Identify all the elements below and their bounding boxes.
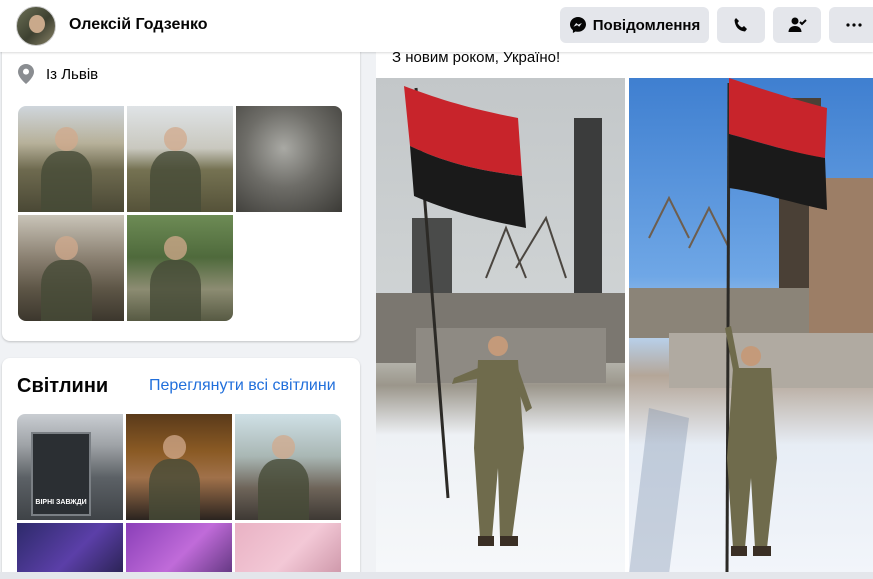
bottom-edge <box>0 572 873 579</box>
photo-thumbnail[interactable]: ВІРНІ ЗАВЖДИ <box>17 414 123 520</box>
post-photo-1[interactable] <box>376 78 625 574</box>
call-button[interactable] <box>717 7 765 43</box>
poster: ВІРНІ ЗАВЖДИ <box>31 432 91 516</box>
photo-thumbnail[interactable] <box>17 523 123 579</box>
more-icon <box>846 23 862 27</box>
photos-title: Світлини <box>17 375 109 397</box>
poster-text: ВІРНІ ЗАВЖДИ <box>35 499 87 506</box>
message-button-label: Повідомлення <box>592 16 701 34</box>
location-pin-icon <box>18 64 34 84</box>
friend-check-icon <box>787 16 807 34</box>
more-button[interactable] <box>829 7 873 43</box>
message-button[interactable]: Повідомлення <box>560 7 709 43</box>
photo-thumbnail[interactable] <box>126 414 232 520</box>
location-row: Із Львів <box>18 64 98 84</box>
photos-grid: ВІРНІ ЗАВЖДИ <box>17 414 341 579</box>
post-photo-2-scene <box>629 78 873 574</box>
featured-photo[interactable] <box>236 106 342 212</box>
friends-button[interactable] <box>773 7 821 43</box>
phone-icon <box>732 16 750 34</box>
photo-thumbnail[interactable] <box>126 523 232 579</box>
avatar[interactable] <box>16 6 56 46</box>
location-text: Із Львів <box>46 65 99 83</box>
featured-photo[interactable] <box>127 215 233 321</box>
post-photo-1-scene <box>376 86 625 546</box>
post-photo-2[interactable] <box>629 78 873 574</box>
messenger-icon <box>569 16 587 34</box>
see-all-photos-link[interactable]: Переглянути всі світлини <box>149 377 336 395</box>
featured-photo[interactable] <box>127 106 233 212</box>
profile-name[interactable]: Олексій Годзенко <box>69 16 208 34</box>
profile-header-bar: Олексій Годзенко Повідомлення <box>0 0 873 52</box>
featured-photos-grid <box>18 106 342 321</box>
featured-photo[interactable] <box>18 215 124 321</box>
photo-thumbnail[interactable] <box>235 523 341 579</box>
featured-photo[interactable] <box>18 106 124 212</box>
photo-thumbnail[interactable] <box>235 414 341 520</box>
